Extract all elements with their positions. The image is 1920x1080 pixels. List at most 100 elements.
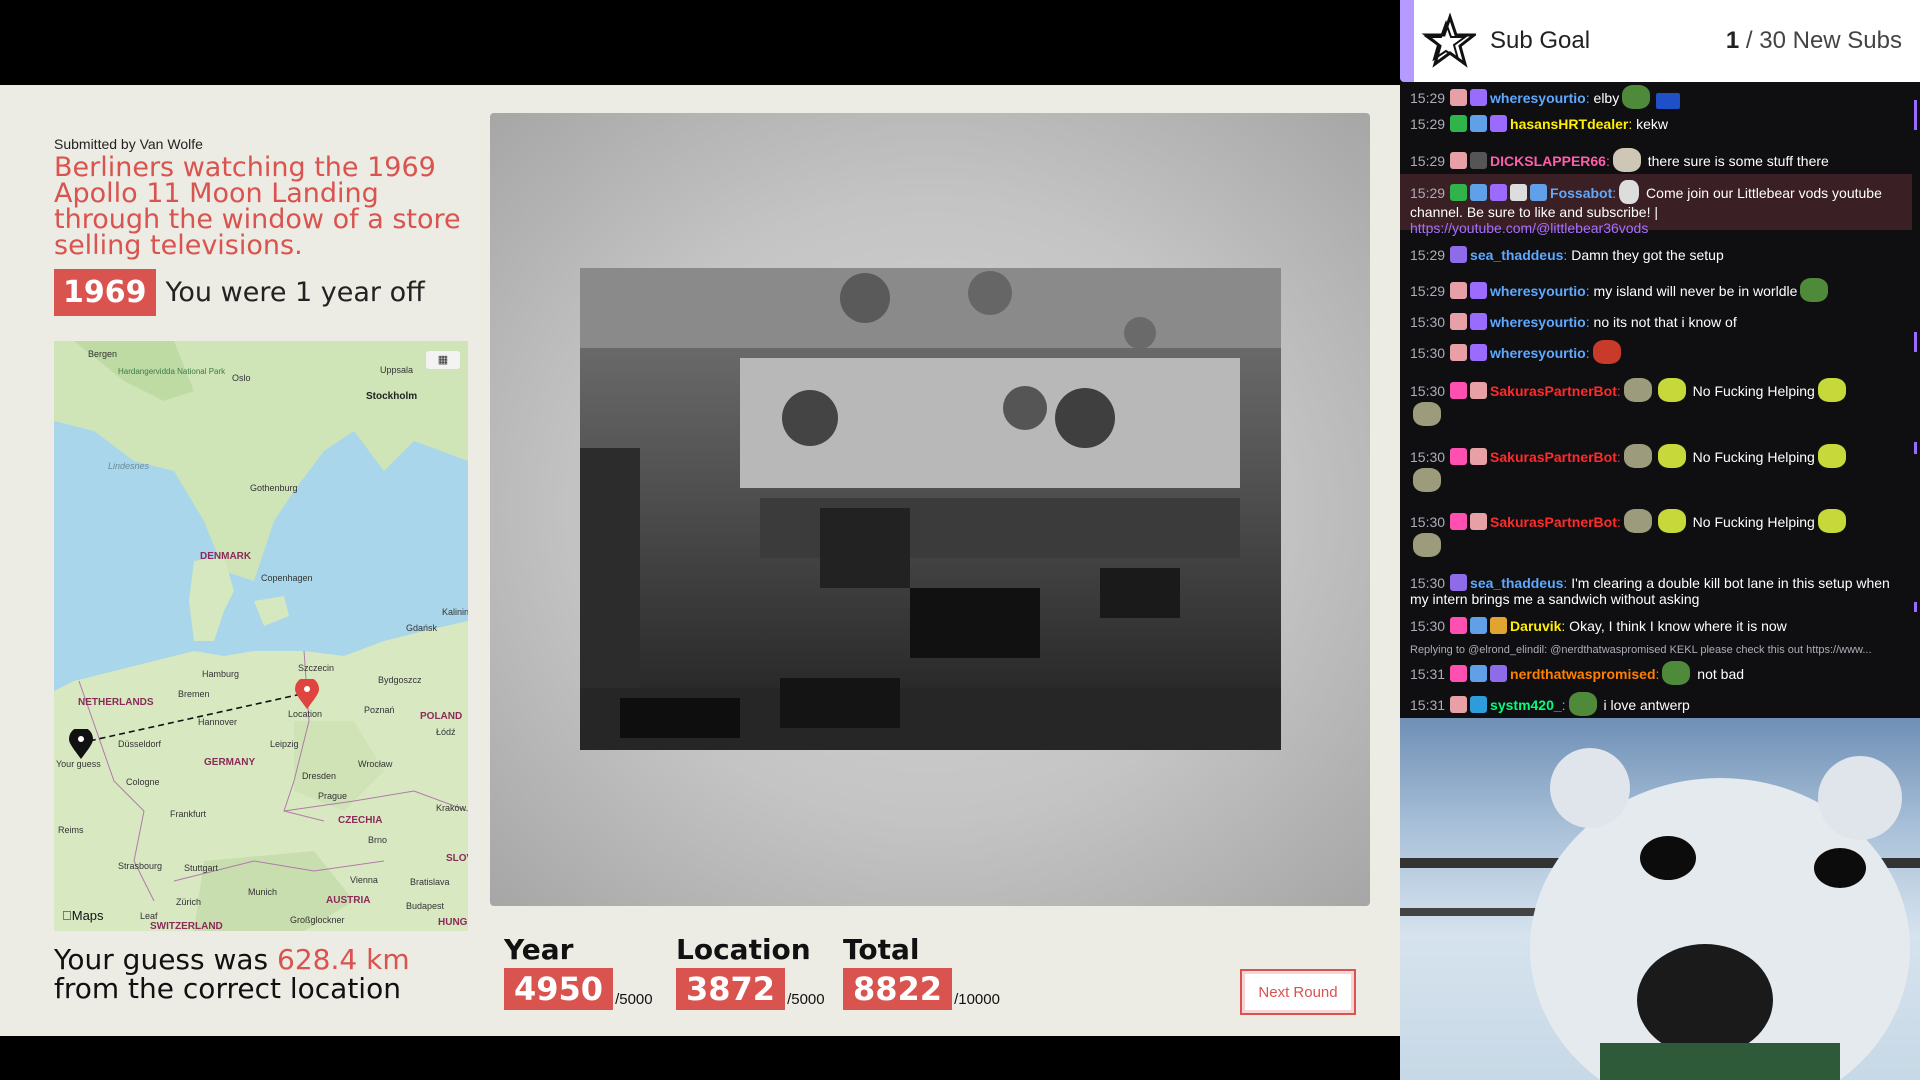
location-pin-icon[interactable] (294, 679, 320, 711)
your-guess-pin-icon[interactable] (68, 729, 94, 761)
chat-message-highlighted: 15:29 Fossabot: Come join our Littlebear … (1400, 174, 1912, 236)
map-label: Leaf (140, 911, 158, 921)
chat-message: 15:29 wheresyourtio: my island will never… (1400, 278, 1912, 302)
year-score-max: /5000 (615, 991, 653, 1008)
location-score-value: 3872 (676, 968, 786, 1010)
map-label: Oslo (232, 373, 251, 383)
map-label: Budapest (406, 901, 445, 911)
submitted-by: Submitted by Van Wolfe (54, 136, 203, 152)
emote-icon (1817, 378, 1846, 402)
distance-text: Your guess was 628.4 km from the correct… (54, 945, 410, 1003)
chat-message: 15:31 systm420_: i love antwerp (1400, 692, 1912, 716)
map-label: AUSTRIA (326, 895, 371, 906)
chat-message: 15:30 sea_thaddeus: I'm clearing a double… (1410, 574, 1890, 607)
map-label: CZECHIA (338, 815, 383, 826)
game-results-panel: Submitted by Van Wolfe Berliners watchin… (0, 85, 1400, 1036)
total-score: Total 8822/10000 (843, 933, 1000, 1010)
year-score: Year 4950/5000 (504, 933, 653, 1010)
polar-bear-illustration (1400, 748, 1920, 1080)
map-label: Szczecin (298, 663, 335, 673)
total-score-max: /10000 (954, 991, 1000, 1008)
historical-photo (580, 268, 1281, 750)
map-label: Prague (318, 791, 348, 801)
emote-icon (1623, 378, 1652, 402)
emote-icon (1413, 533, 1441, 557)
chat-panel[interactable]: 15:29 wheresyourtio: elby 15:29 hasansHRTd… (1400, 82, 1920, 718)
chat-message: 15:29 hasansHRTdealer: kekw (1410, 115, 1669, 132)
map-label: Bratislava (410, 877, 450, 887)
map-label: POLAND (420, 711, 463, 722)
year-result: 1969 You were 1 year off (54, 269, 425, 316)
pepe-emote-icon (1622, 85, 1651, 109)
map-label: Zürich (176, 897, 202, 907)
map-label: SWITZERLAND (150, 921, 223, 931)
map-label: GERMANY (204, 757, 256, 768)
map-label: Dresden (302, 771, 337, 781)
emote-icon (1657, 509, 1686, 533)
emote-icon (1657, 444, 1686, 468)
photo-title: Berliners watching the 1969 Apollo 11 Mo… (54, 152, 461, 261)
bear-emote-icon (1619, 180, 1640, 204)
pepe-emote-icon (1800, 278, 1829, 302)
map-label: Lindesnes (108, 461, 150, 471)
emote-icon (1817, 509, 1846, 533)
map-label: Großglockner (290, 915, 345, 925)
map-view-icon[interactable]: ▦ (426, 351, 460, 369)
result-map[interactable]: ▦ Bergen Hardangervidda National Park Os… (54, 341, 468, 931)
map-label: Vienna (350, 875, 378, 885)
map-label: Hamburg (202, 669, 240, 679)
location-score-label: Location (676, 933, 811, 966)
chat-message: 15:30 wheresyourtio: (1400, 340, 1912, 364)
map-label: Hardangervidda National Park (118, 367, 226, 376)
map-label: Łódź (436, 727, 456, 737)
emote-icon (1623, 509, 1652, 533)
chat-scrollbar[interactable] (1914, 82, 1917, 718)
map-label: Reims (58, 825, 84, 835)
emote-icon (1612, 148, 1641, 172)
map-label: Munich (248, 887, 278, 897)
map-label: Strasbourg (118, 861, 163, 871)
apple-maps-logo: Maps (62, 908, 104, 923)
total-score-value: 8822 (843, 968, 953, 1010)
pepe-emote-icon (1662, 661, 1691, 685)
chat-message: 15:30 SakurasPartnerBot: No Fucking Helpi… (1400, 509, 1912, 557)
map-label: Kraków (436, 803, 467, 813)
map-label: Gdańsk (406, 623, 438, 633)
chat-message: 15:30 SakurasPartnerBot: No Fucking Helpi… (1400, 378, 1912, 426)
map-land (54, 341, 468, 931)
map-label: Leipzig (270, 739, 299, 749)
chat-message: 15:29 sea_thaddeus: Damn they got the set… (1410, 246, 1724, 263)
map-label: Düsseldorf (118, 739, 162, 749)
chat-message: 15:30 SakurasPartnerBot: No Fucking Helpi… (1400, 444, 1912, 492)
location-score-max: /5000 (787, 991, 825, 1008)
map-label: Gothenburg (250, 483, 298, 493)
map-label: Poznań (364, 705, 395, 715)
emote-icon (1413, 402, 1441, 426)
chat-message: 15:29 DICKSLAPPER66: there sure is some s… (1400, 148, 1912, 172)
sub-goal-title: Sub Goal (1490, 27, 1591, 54)
map-label: Cologne (126, 777, 160, 787)
stream-layout: Submitted by Van Wolfe Berliners watchin… (0, 0, 1920, 1080)
map-label: Hannover (198, 717, 238, 727)
chat-message: 15:29 wheresyourtio: elby (1400, 85, 1912, 109)
map-label: DENMARK (200, 551, 252, 562)
photo-image (580, 268, 1281, 750)
next-round-button[interactable]: Next Round (1240, 969, 1356, 1015)
year-score-label: Year (504, 933, 574, 966)
map-label: Bremen (178, 689, 210, 699)
year-off-text: You were 1 year off (165, 277, 425, 308)
map-label: NETHERLANDS (78, 697, 154, 708)
emote-icon (1413, 468, 1441, 492)
map-label: Brno (368, 835, 388, 845)
map-label: Stuttgart (184, 863, 219, 873)
webcam-overlay (1400, 718, 1920, 1080)
chat-message: 15:30 Daruvik: Okay, I think I know where… (1410, 617, 1787, 634)
flag-icon (1656, 93, 1681, 109)
chat-reply-preview[interactable]: Replying to @elrond_elindil: @nerdthatwa… (1400, 642, 1912, 658)
map-label: SLOV (446, 853, 468, 864)
photo-frame (490, 113, 1370, 906)
correct-year-badge: 1969 (54, 269, 156, 316)
map-label: Wrocław (358, 759, 393, 769)
map-label: Kalinin (442, 607, 468, 617)
chat-link[interactable]: https://youtube.com/@littlebear36vods (1410, 220, 1648, 236)
